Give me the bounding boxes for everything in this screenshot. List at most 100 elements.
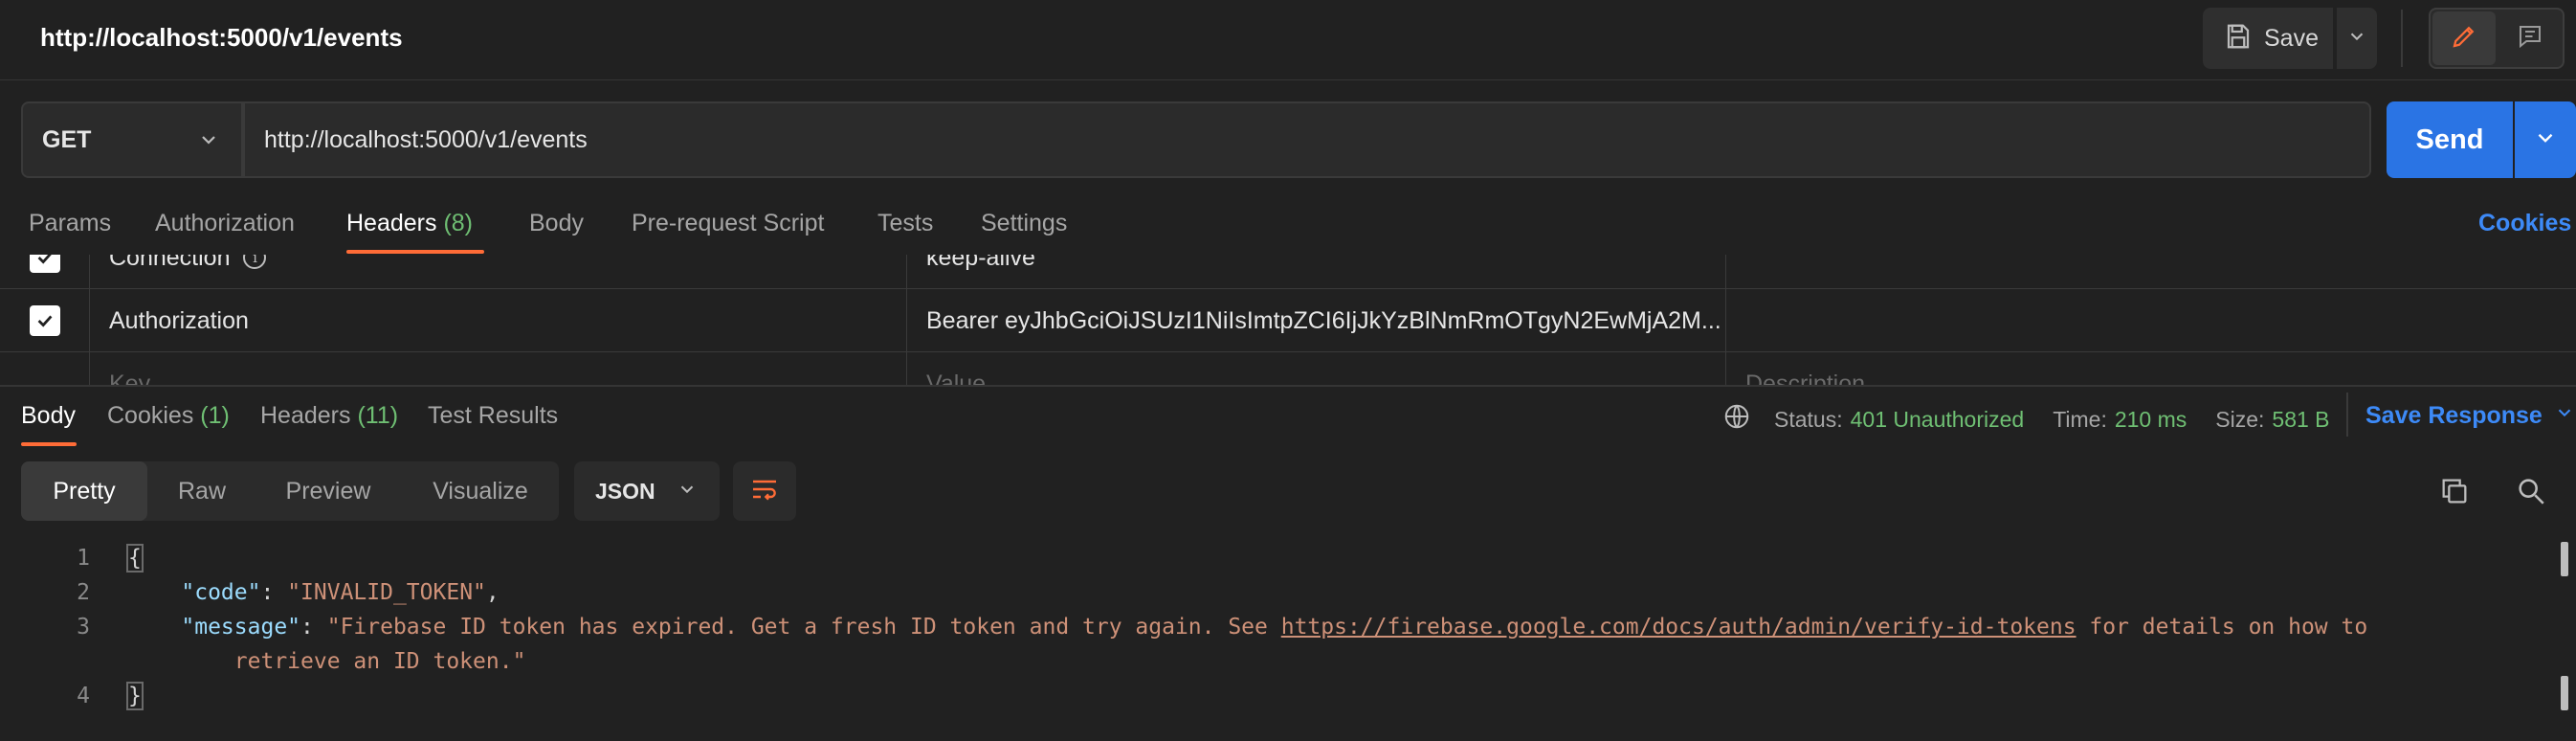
- header-key[interactable]: Authorization: [90, 289, 907, 352]
- info-icon[interactable]: i: [243, 255, 267, 269]
- enabled-checkbox[interactable]: [29, 305, 60, 336]
- wrap-lines-button[interactable]: [733, 461, 796, 521]
- status-label: Status:: [1774, 406, 1843, 432]
- request-title[interactable]: http://localhost:5000/v1/events: [40, 23, 403, 53]
- save-options-button[interactable]: [2337, 8, 2377, 69]
- save-response-label: Save Response: [2365, 402, 2543, 429]
- size-value[interactable]: 581 B: [2272, 407, 2329, 433]
- response-tab-body[interactable]: Body: [21, 402, 76, 430]
- table-row-new: Key Value Description: [0, 352, 2576, 385]
- search-icon[interactable]: [2515, 475, 2547, 512]
- view-raw[interactable]: Raw: [153, 461, 251, 521]
- open-brace: {: [126, 544, 144, 573]
- headers-table: Connection i keep-alive Authorization Be…: [0, 255, 2576, 385]
- json-link[interactable]: https://firebase.google.com/docs/auth/ad…: [1281, 615, 2076, 640]
- view-visualize[interactable]: Visualize: [410, 461, 551, 521]
- tab-label: Body: [529, 210, 584, 236]
- tab-params[interactable]: Params: [29, 210, 111, 237]
- header-value[interactable]: Bearer eyJhbGciOiJSUzI1NiIsImtpZCI6IjJkY…: [907, 289, 1726, 352]
- description-placeholder: Description: [1745, 370, 1866, 386]
- tab-label: Headers: [260, 402, 351, 429]
- view-preview[interactable]: Preview: [264, 461, 392, 521]
- save-response-button[interactable]: Save Response: [2365, 402, 2575, 430]
- send-button[interactable]: Send: [2387, 101, 2513, 178]
- header-value-text: keep-alive: [926, 255, 1035, 271]
- json-key: "code": [181, 580, 261, 605]
- scrollbar-marker[interactable]: [2561, 542, 2568, 576]
- cookies-link[interactable]: Cookies: [2478, 210, 2571, 237]
- comments-button[interactable]: [2499, 11, 2561, 65]
- chevron-down-icon: [2346, 26, 2367, 52]
- time-value[interactable]: 210 ms: [2115, 407, 2187, 433]
- save-button[interactable]: Save: [2203, 8, 2333, 69]
- enabled-checkbox[interactable]: [29, 255, 60, 273]
- json-string: retrieve an ID token.": [233, 649, 526, 674]
- comment-icon: [2516, 22, 2544, 56]
- tab-label: Test Results: [428, 402, 559, 429]
- view-pretty[interactable]: Pretty: [21, 461, 147, 521]
- tab-body[interactable]: Body: [529, 210, 584, 237]
- header-value[interactable]: keep-alive: [907, 255, 1726, 289]
- close-brace: }: [126, 682, 144, 710]
- tab-label: Body: [21, 402, 76, 429]
- method-label: GET: [42, 125, 92, 153]
- chevron-down-icon: [197, 128, 220, 156]
- header-key[interactable]: Connection i: [90, 255, 907, 289]
- new-key-input[interactable]: Key: [90, 352, 907, 385]
- format-select[interactable]: JSON: [574, 461, 720, 521]
- tab-label: Settings: [981, 210, 1068, 236]
- save-label: Save: [2264, 24, 2319, 52]
- tab-authorization[interactable]: Authorization: [155, 210, 295, 237]
- code-line: {: [126, 544, 144, 573]
- tab-label: Tests: [877, 210, 934, 236]
- scrollbar-marker[interactable]: [2561, 676, 2568, 710]
- row-checkbox-cell: [0, 289, 90, 352]
- line-number: 3: [77, 615, 90, 640]
- json-key: "message": [181, 615, 301, 640]
- save-icon: [2224, 22, 2253, 56]
- wrap-lines-icon: [749, 474, 780, 509]
- tab-headers[interactable]: Headers (8): [346, 210, 473, 237]
- edit-mode-button[interactable]: [2432, 11, 2496, 65]
- tab-label: Authorization: [155, 210, 295, 236]
- response-tab-test-results[interactable]: Test Results: [428, 402, 558, 430]
- pane-divider[interactable]: [0, 385, 2576, 387]
- code-line-wrap: retrieve an ID token.": [128, 649, 526, 674]
- tab-settings[interactable]: Settings: [981, 210, 1067, 237]
- json-string: "INVALID_TOKEN": [287, 580, 486, 605]
- copy-icon[interactable]: [2438, 475, 2471, 512]
- table-row: Authorization Bearer eyJhbGciOiJSUzI1NiI…: [0, 289, 2576, 352]
- header-key-text: Connection: [109, 255, 231, 271]
- tab-label: Pre-request Script: [632, 210, 825, 236]
- divider: [2346, 393, 2348, 437]
- tab-tests[interactable]: Tests: [877, 210, 933, 237]
- response-tab-cookies[interactable]: Cookies (1): [107, 402, 230, 430]
- new-value-input[interactable]: Value: [907, 352, 1726, 385]
- pencil-icon: [2450, 22, 2478, 56]
- chevron-down-icon: [2533, 125, 2558, 155]
- response-body-editor[interactable]: 1 2 3 4 { "code": "INVALID_TOKEN", "mess…: [0, 536, 2576, 741]
- response-tab-headers[interactable]: Headers (11): [260, 402, 398, 430]
- code-line: "message": "Firebase ID token has expire…: [181, 615, 2368, 640]
- row-checkbox-cell: [0, 352, 90, 385]
- size-label: Size:: [2215, 406, 2265, 432]
- header-description[interactable]: [1726, 255, 2576, 289]
- header-key-text: Authorization: [109, 306, 249, 334]
- tab-label: Headers: [346, 210, 437, 236]
- new-description-input[interactable]: Description: [1726, 352, 2576, 386]
- code-line: "code": "INVALID_TOKEN",: [181, 580, 500, 605]
- header-description[interactable]: [1726, 289, 2576, 352]
- json-string: for details on how to: [2076, 615, 2368, 640]
- tab-pre-request-script[interactable]: Pre-request Script: [632, 210, 824, 237]
- globe-icon[interactable]: [1722, 402, 1751, 437]
- json-string: "Firebase ID token has expired. Get a fr…: [326, 615, 1281, 640]
- chevron-down-icon: [677, 479, 698, 505]
- active-tab-indicator: [21, 442, 77, 446]
- send-options-button[interactable]: [2515, 101, 2576, 178]
- url-input[interactable]: http://localhost:5000/v1/events: [243, 101, 2371, 178]
- status-value[interactable]: 401 Unauthorized: [1851, 407, 2025, 433]
- chevron-down-icon: [2554, 402, 2575, 430]
- line-number: 4: [77, 684, 90, 708]
- response-status-bar: Status: 401 Unauthorized Time: 210 ms Si…: [1722, 402, 2330, 437]
- active-tab-indicator: [346, 250, 484, 254]
